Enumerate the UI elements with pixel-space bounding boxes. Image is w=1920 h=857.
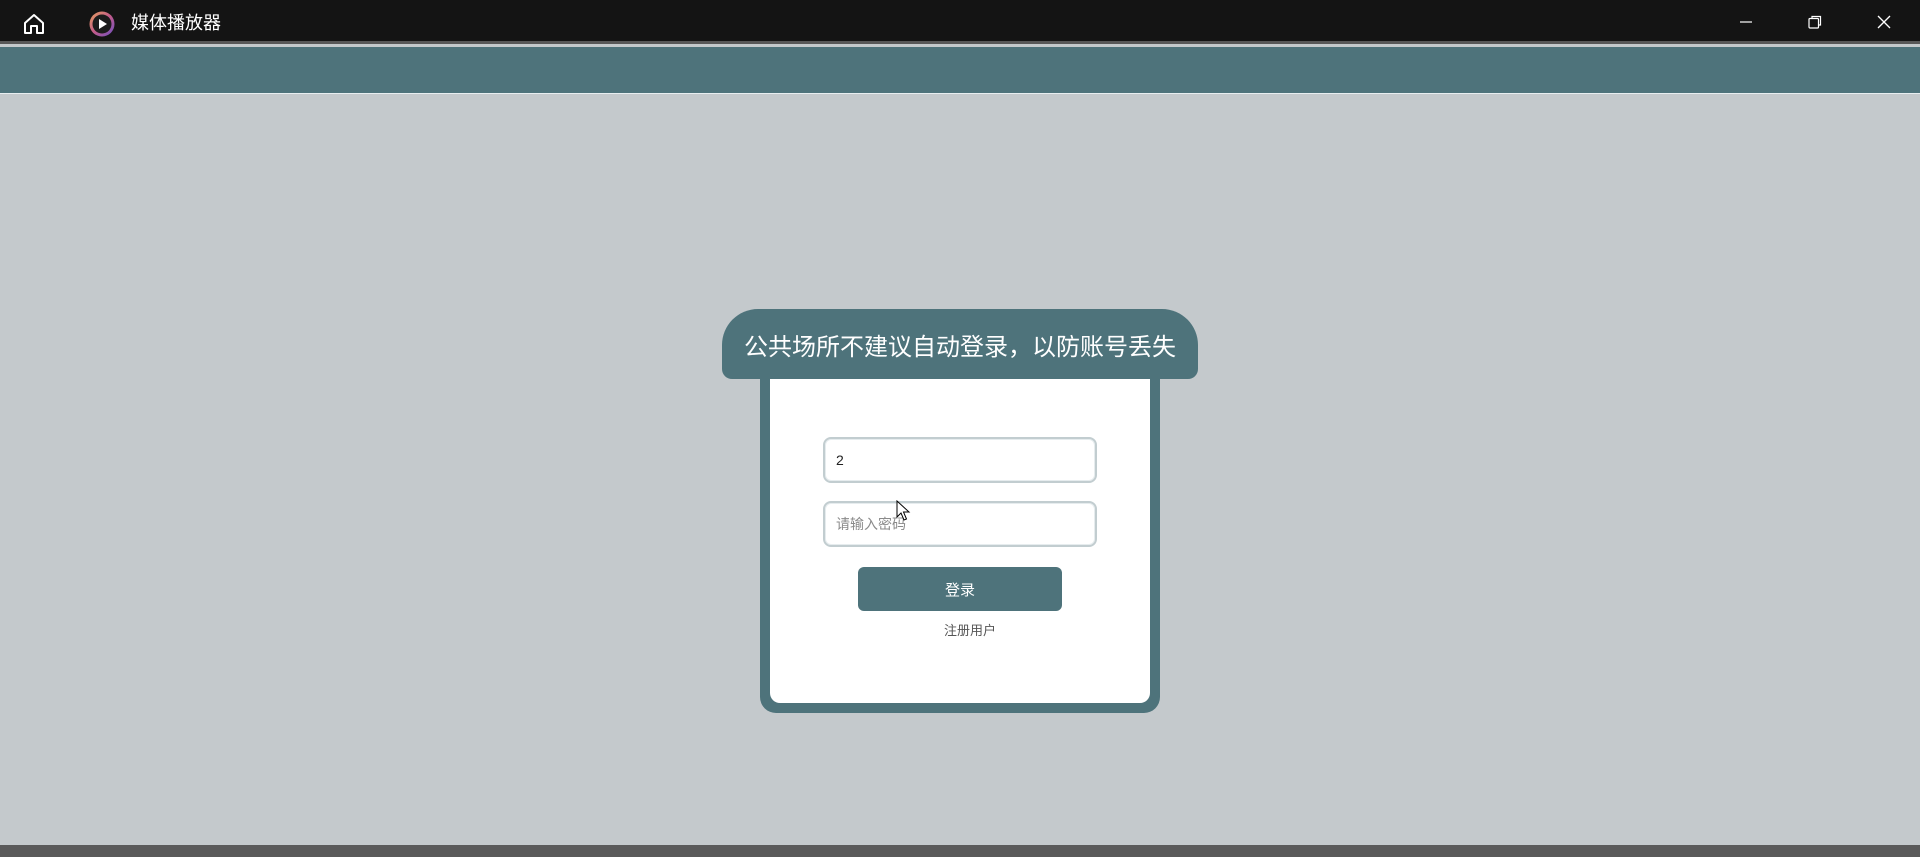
login-notice-text: 公共场所不建议自动登录，以防账号丢失: [744, 332, 1176, 361]
password-input[interactable]: [836, 503, 1095, 545]
home-icon: [24, 14, 44, 34]
login-button[interactable]: 登录: [858, 567, 1062, 611]
play-logo-icon: [89, 11, 115, 37]
header-band: [0, 47, 1920, 94]
login-button-label: 登录: [944, 580, 975, 599]
minimize-icon: [1740, 21, 1752, 23]
home-button[interactable]: [18, 8, 50, 40]
restore-button[interactable]: [1783, 0, 1847, 44]
restore-icon: [1808, 15, 1822, 29]
app-title: 媒体播放器: [131, 13, 221, 34]
username-input[interactable]: [836, 439, 1095, 481]
title-bar: 媒体播放器: [0, 0, 1920, 44]
minimize-button[interactable]: [1714, 0, 1778, 44]
mouse-cursor-icon: [896, 500, 911, 521]
close-icon: [1877, 15, 1891, 29]
register-link[interactable]: 注册用户: [920, 620, 1020, 640]
username-field[interactable]: [823, 437, 1097, 483]
bottom-bar: [0, 845, 1920, 857]
login-notice-header: 公共场所不建议自动登录，以防账号丢失: [722, 309, 1198, 379]
password-field[interactable]: [823, 501, 1097, 547]
close-button[interactable]: [1852, 0, 1916, 44]
